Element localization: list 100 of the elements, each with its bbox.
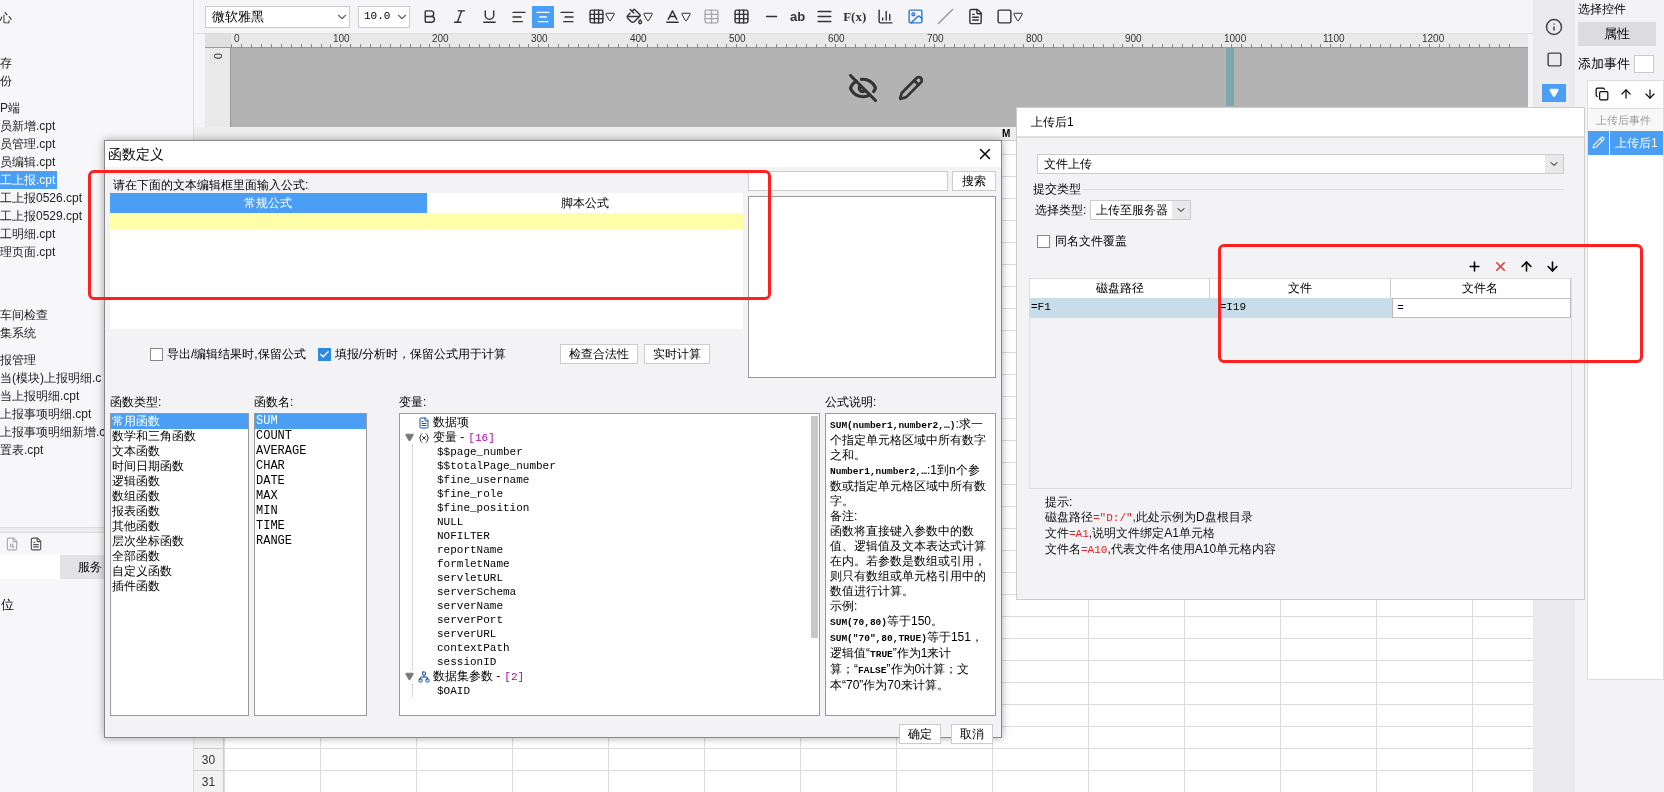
table-row[interactable]: =F1 =I19 =: [1030, 298, 1571, 318]
ok-button[interactable]: 确定: [899, 724, 941, 744]
file-tree-item[interactable]: 心: [0, 9, 14, 27]
file-tree-item[interactable]: 车间检查: [0, 306, 50, 324]
file-tree-item[interactable]: 份: [0, 72, 14, 90]
function-name-item[interactable]: RANGE: [255, 534, 366, 549]
variable-item[interactable]: reportName: [437, 543, 503, 557]
font-size-select[interactable]: 10.0: [358, 5, 410, 28]
search-button[interactable]: 搜索: [952, 171, 996, 191]
file-tree-item[interactable]: 理页面.cpt: [0, 243, 58, 261]
copy-icon[interactable]: [1594, 86, 1610, 102]
file-tree-item[interactable]: P端: [0, 99, 22, 117]
file-tree-item[interactable]: 工上报0526.cpt: [0, 189, 85, 207]
event-type-field[interactable]: [1634, 54, 1654, 73]
formula-tool[interactable]: F(x): [843, 6, 867, 27]
file-tree-item[interactable]: 工明细.cpt: [0, 225, 58, 243]
variable-item[interactable]: $fine_username: [437, 473, 530, 487]
panel-tab[interactable]: 属性: [1578, 22, 1656, 46]
option-label: 导出/编辑结果时,保留公式: [167, 346, 306, 363]
function-type-item[interactable]: 插件函数: [111, 579, 248, 594]
arrow-down-icon[interactable]: [1544, 258, 1560, 274]
variable-item[interactable]: $fine_role: [437, 487, 503, 501]
file-tree-item[interactable]: 员编辑.cpt: [0, 153, 58, 171]
file-tree-item[interactable]: 置表.cpt: [0, 441, 46, 459]
caret-icon: [1549, 88, 1559, 98]
caret-icon[interactable]: [404, 432, 414, 443]
variable-item[interactable]: $OAID: [437, 684, 470, 698]
event-label: 上传后1: [1615, 134, 1658, 152]
action-button[interactable]: 实时计算: [644, 344, 710, 364]
type-select[interactable]: 上传至服务器: [1090, 200, 1192, 220]
function-type-item[interactable]: 数学和三角函数: [111, 429, 248, 444]
caret-icon[interactable]: [404, 671, 414, 682]
function-type-item[interactable]: 数组函数: [111, 489, 248, 504]
function-type-item[interactable]: 层次坐标函数: [111, 534, 248, 549]
variable-item[interactable]: NOFILTER: [437, 529, 490, 543]
checkbox[interactable]: [150, 347, 163, 361]
checkbox-label: 同名文件覆盖: [1055, 233, 1127, 250]
function-name-item[interactable]: MIN: [255, 504, 366, 519]
function-name-item[interactable]: MAX: [255, 489, 366, 504]
file-tree-item[interactable]: 上报事项明细.cpt: [0, 405, 94, 423]
variable-item[interactable]: formletName: [437, 557, 510, 571]
function-name-item[interactable]: TIME: [255, 519, 366, 534]
description-text: 函数将直接键入参数中的数值、逻辑值及文本表达式计算在内。若参数是数组或引用，则只有数组或单元格引用中的数值进行计算。: [830, 524, 987, 599]
action-select[interactable]: 文件上传: [1037, 154, 1564, 174]
action-button[interactable]: 检查合法性: [560, 344, 638, 364]
variable-item[interactable]: serverSchema: [437, 585, 517, 599]
text-tool[interactable]: ab: [790, 6, 806, 27]
formula-tab[interactable]: 脚本公式: [426, 193, 743, 213]
variable-item[interactable]: serverURL: [437, 627, 497, 641]
function-name-item[interactable]: DATE: [255, 474, 366, 489]
function-name-item[interactable]: CHAR: [255, 459, 366, 474]
arrow-up-icon[interactable]: [1618, 86, 1634, 102]
hint-text: 文件名=A10,代表文件名使用A10单元格内容: [1045, 542, 1278, 558]
search-field[interactable]: [748, 171, 948, 191]
variable-item[interactable]: $$page_number: [437, 445, 523, 459]
checkbox[interactable]: [1037, 234, 1050, 248]
ruler-label: 300: [530, 34, 549, 44]
ruler-label: 700: [926, 34, 945, 44]
file-tree-item[interactable]: 工上报0529.cpt: [0, 207, 85, 225]
prompt-text: 请在下面的文本编辑框里面输入公式:: [113, 178, 309, 192]
formula-editor[interactable]: [110, 213, 743, 329]
ruler-label: 900: [1124, 34, 1143, 44]
file-tree-item[interactable]: 当上报明细.cpt: [0, 387, 82, 405]
font-select[interactable]: 微软雅黑: [205, 5, 350, 28]
resize-handle[interactable]: [1226, 48, 1234, 106]
file-tree-item[interactable]: 当(模块)上报明细.c: [0, 369, 104, 387]
function-name-item[interactable]: AVERAGE: [255, 444, 366, 459]
file-tree-item[interactable]: 集系统: [0, 324, 38, 342]
variable-item[interactable]: $fine_position: [437, 501, 530, 515]
checkbox[interactable]: [317, 347, 331, 361]
panel-label: 选择控件: [1578, 1, 1627, 16]
variable-item[interactable]: $$totalPage_number: [437, 459, 556, 473]
variable-group[interactable]: 变量 - [16]: [433, 429, 495, 446]
cancel-button[interactable]: 取消: [951, 724, 993, 744]
variable-item[interactable]: contextPath: [437, 641, 510, 655]
variable-item[interactable]: NULL: [437, 515, 464, 529]
variable-item[interactable]: servletURL: [437, 571, 503, 585]
variable-group[interactable]: 数据集参数 - [2]: [433, 668, 525, 685]
dialog-title: 函数定义: [108, 144, 164, 164]
add-icon[interactable]: [1466, 258, 1482, 274]
file-tree-item[interactable]: 员新增.cpt: [0, 117, 58, 135]
variable-item[interactable]: serverPort: [437, 613, 503, 627]
function-type-item[interactable]: 逻辑函数: [111, 474, 248, 489]
function-type-item[interactable]: 其他函数: [111, 519, 248, 534]
cell-input-field[interactable]: =: [1392, 298, 1571, 318]
dropdown-button[interactable]: [1542, 84, 1566, 102]
variable-item[interactable]: serverName: [437, 599, 503, 613]
description-text: 示例:: [830, 599, 859, 614]
function-type-item[interactable]: 文本函数: [111, 444, 248, 459]
variable-group[interactable]: 数据项: [433, 415, 469, 430]
function-type-item[interactable]: 报表函数: [111, 504, 248, 519]
scrollbar-thumb[interactable]: [811, 416, 818, 638]
function-name-item[interactable]: COUNT: [255, 429, 366, 444]
tree-item[interactable]: 位: [0, 595, 14, 615]
ruler-label: 1000: [1223, 34, 1248, 44]
variable-item[interactable]: sessionID: [437, 655, 497, 669]
file-tree-item[interactable]: 报管理: [0, 351, 38, 369]
function-type-item[interactable]: 时间日期函数: [111, 459, 248, 474]
file-tree-item[interactable]: 员管理.cpt: [0, 135, 58, 153]
file-tree-item[interactable]: 存: [0, 54, 14, 72]
